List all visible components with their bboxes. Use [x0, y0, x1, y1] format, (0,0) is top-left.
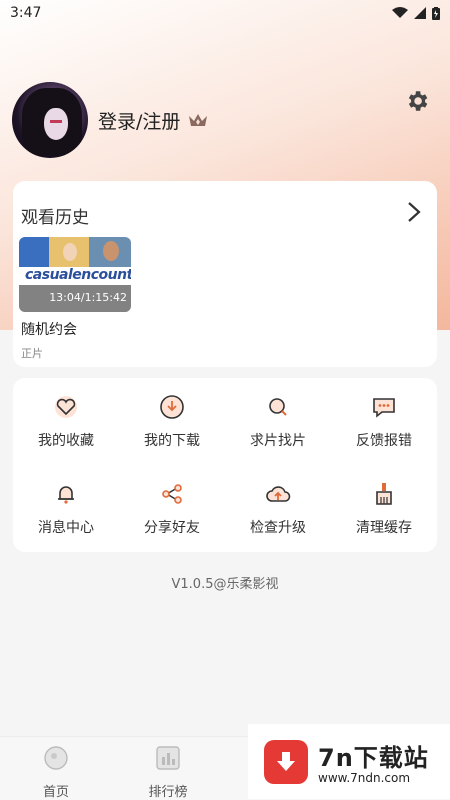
battery-icon [432, 6, 440, 20]
history-item-thumbnail[interactable]: casualencounters 13:04/1:15:42 [19, 237, 131, 312]
cloud-upload-icon [265, 481, 291, 507]
features-card: 我的收藏 我的下载 求片找片 反馈报错 消息中心 分享好友 检查升级 清理缓存 [13, 378, 437, 552]
chevron-right-icon[interactable] [407, 201, 421, 227]
grid-item-label: 检查升级 [250, 519, 306, 536]
grid-item-label: 消息中心 [38, 519, 94, 536]
ranking-icon [155, 745, 181, 775]
grid-item-label: 清理缓存 [356, 519, 412, 536]
home-icon [43, 745, 69, 775]
share-button[interactable]: 分享好友 [119, 465, 225, 552]
feedback-icon [371, 394, 397, 420]
share-icon [159, 481, 185, 507]
clear-cache-button[interactable]: 清理缓存 [331, 465, 437, 552]
status-icons [392, 6, 440, 20]
bell-icon [53, 481, 79, 507]
history-title: 观看历史 [21, 208, 89, 228]
nav-ranking-label: 排行榜 [148, 785, 188, 800]
broom-icon [371, 481, 397, 507]
app-version: V1.0.5@乐柔影视 [171, 577, 279, 592]
download-icon [159, 394, 185, 420]
login-register-link[interactable]: 登录/注册 [98, 107, 180, 134]
history-item-title[interactable]: 随机约会 [21, 319, 77, 339]
status-time: 3:47 [10, 5, 42, 21]
favorites-button[interactable]: 我的收藏 [13, 378, 119, 465]
settings-gear-icon[interactable] [404, 88, 430, 118]
watermark-url: www.7ndn.com [318, 771, 411, 785]
watch-history-card: 观看历史 casualencounters 13:04/1:15:42 随机约会… [13, 181, 437, 367]
poster-logo: casualencounters [25, 267, 131, 283]
download-arrow-icon [264, 739, 308, 784]
profile-section: 登录/注册 [12, 80, 438, 160]
crown-icon [188, 112, 208, 128]
grid-item-label: 分享好友 [144, 519, 200, 536]
history-item-tag: 正片 [21, 347, 43, 360]
nav-ranking[interactable]: 排行榜 [128, 745, 208, 800]
request-movie-button[interactable]: 求片找片 [225, 378, 331, 465]
features-grid: 我的收藏 我的下载 求片找片 反馈报错 消息中心 分享好友 检查升级 清理缓存 [13, 378, 437, 552]
heart-icon [53, 394, 79, 420]
status-bar: 3:47 [0, 0, 450, 26]
grid-item-label: 求片找片 [250, 432, 306, 449]
nav-home-label: 首页 [42, 785, 69, 800]
signal-icon [414, 7, 426, 19]
feedback-button[interactable]: 反馈报错 [331, 378, 437, 465]
watch-progress: 13:04/1:15:42 [49, 291, 127, 304]
avatar[interactable] [12, 82, 88, 158]
check-update-button[interactable]: 检查升级 [225, 465, 331, 552]
grid-item-label: 反馈报错 [356, 432, 412, 449]
site-watermark: 7n下载站 www.7ndn.com [248, 724, 450, 799]
wifi-icon [392, 7, 408, 18]
messages-button[interactable]: 消息中心 [13, 465, 119, 552]
search-icon [265, 394, 291, 420]
nav-home[interactable]: 首页 [16, 745, 96, 800]
watermark-title: 7n下载站 [318, 744, 429, 772]
grid-item-label: 我的下载 [144, 432, 200, 449]
grid-item-label: 我的收藏 [38, 432, 94, 449]
downloads-button[interactable]: 我的下载 [119, 378, 225, 465]
